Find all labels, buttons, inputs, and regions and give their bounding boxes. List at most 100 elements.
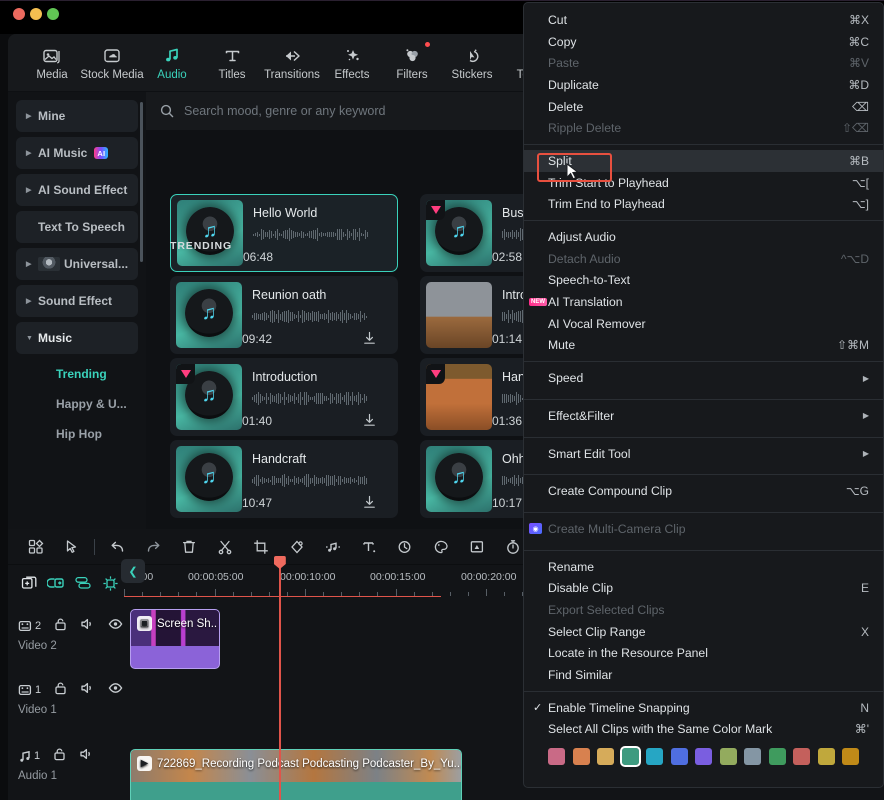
sidebar-subitem-happy[interactable]: Happy & U... [16,389,138,419]
chevron-right-icon: ▶ [26,149,38,157]
waveform-preview [252,392,392,405]
eye-icon[interactable] [108,617,123,634]
color-palette-icon[interactable] [423,529,459,565]
menu-item-trim-end-to-playhead[interactable]: Trim End to Playhead⌥] [524,194,883,216]
color-swatch[interactable] [646,748,663,765]
menu-item-delete[interactable]: Delete⌫ [524,96,883,118]
sidebar-item-text-to-speech[interactable]: Text To Speech [16,211,138,243]
menu-item-copy[interactable]: Copy⌘C [524,31,883,53]
add-track-icon[interactable] [16,568,43,598]
crop-icon[interactable] [243,529,279,565]
color-swatch[interactable] [695,748,712,765]
grid-view-icon[interactable] [18,529,54,565]
menu-item-cut[interactable]: Cut⌘X [524,9,883,31]
close-window-button[interactable] [13,8,25,20]
menu-item-detach-audio: Detach Audio^⌥D [524,248,883,270]
music-thumbnail: ♫ [177,200,243,266]
track-controls: 1 [8,681,124,698]
sidebar-item-label: Music [38,331,72,345]
tab-transitions[interactable]: Transitions [262,37,322,89]
speaker-icon[interactable] [80,617,95,634]
menu-item-rename[interactable]: Rename [524,556,883,578]
download-icon[interactable] [363,331,376,348]
music-card[interactable]: ♫Reunion oath09:42 [170,276,398,354]
menu-separator [524,220,883,221]
mask-icon[interactable] [459,529,495,565]
collapse-panel-button[interactable]: ❮ [121,559,145,583]
menu-item-duplicate[interactable]: Duplicate⌘D [524,74,883,96]
color-swatch[interactable] [769,748,786,765]
eye-icon[interactable] [108,681,123,698]
lock-icon[interactable] [54,681,67,698]
download-icon[interactable] [363,413,376,430]
color-swatch[interactable] [597,748,614,765]
menu-item-mute[interactable]: Mute⇧⌘M [524,335,883,357]
color-swatch[interactable] [744,748,761,765]
color-swatch[interactable] [818,748,835,765]
audio-mix-icon[interactable] [315,529,351,565]
music-info: Handcraft10:47 [242,446,392,512]
speed-icon[interactable] [387,529,423,565]
menu-item-select-clip-range[interactable]: Select Clip RangeX [524,621,883,643]
sidebar-item-sound-effect[interactable]: ▶ Sound Effect [16,285,138,317]
maximize-window-button[interactable] [47,8,59,20]
color-swatch[interactable] [842,748,859,765]
music-card[interactable]: ♫Handcraft10:47 [170,440,398,518]
menu-item-select-all-clips-with-the-same-color-mark[interactable]: Select All Clips with the Same Color Mar… [524,719,883,741]
menu-item-disable-clip[interactable]: Disable ClipE [524,577,883,599]
menu-item-label: Smart Edit Tool [548,447,630,461]
tab-filters[interactable]: Filters [382,37,442,89]
minimize-window-button[interactable] [30,8,42,20]
speaker-icon[interactable] [80,681,95,698]
color-swatch[interactable] [622,748,639,765]
menu-item-locate-in-the-resource-panel[interactable]: Locate in the Resource Panel [524,643,883,665]
color-mark-swatches[interactable] [524,740,883,771]
music-card[interactable]: ♫Introduction01:40 [170,358,398,436]
speaker-icon[interactable] [79,747,94,764]
link-icon[interactable] [43,568,70,598]
sidebar-item-ai-sound-effect[interactable]: ▶ AI Sound Effect [16,174,138,206]
sidebar-item-universal[interactable]: ▶ Universal... [16,248,138,280]
download-icon[interactable] [363,495,376,512]
tab-audio[interactable]: Audio [142,37,202,89]
menu-item-adjust-audio[interactable]: Adjust Audio [524,226,883,248]
group-icon[interactable] [70,568,97,598]
sidebar-item-music[interactable]: ▼ Music [16,322,138,354]
tab-stock-media[interactable]: Stock Media [82,37,142,89]
menu-item-ai-vocal-remover[interactable]: AI Vocal Remover [524,313,883,335]
text-icon[interactable] [351,529,387,565]
menu-item-shortcut: ⌘V [849,56,869,70]
delete-icon[interactable] [171,529,207,565]
clip-context-menu[interactable]: Cut⌘XCopy⌘CPaste⌘VDuplicate⌘DDelete⌫Ripp… [523,2,884,788]
sidebar-subitem-trending[interactable]: Trending [16,359,138,389]
tab-stickers[interactable]: Stickers [442,37,502,89]
lock-icon[interactable] [54,617,67,634]
sidebar-scrollbar[interactable] [140,102,143,262]
tab-effects[interactable]: Effects [322,37,382,89]
color-swatch[interactable] [548,748,565,765]
split-scissors-icon[interactable] [207,529,243,565]
menu-item-speech-to-text[interactable]: Speech-to-Text [524,270,883,292]
color-swatch[interactable] [793,748,810,765]
color-swatch[interactable] [573,748,590,765]
tab-titles[interactable]: Titles [202,37,262,89]
music-card[interactable]: ♫Hello World06:48 [170,194,398,272]
color-swatch[interactable] [671,748,688,765]
sidebar-item-mine[interactable]: ▶ Mine [16,100,138,132]
menu-item-find-similar[interactable]: Find Similar [524,664,883,686]
tab-media[interactable]: Media [22,37,82,89]
menu-item-create-compound-clip[interactable]: Create Compound Clip⌥G [524,480,883,502]
select-tool-icon[interactable] [54,529,90,565]
lock-icon[interactable] [53,747,66,764]
sidebar-item-ai-music[interactable]: ▶ AI Music AI [16,137,138,169]
playhead[interactable] [279,565,281,800]
menu-item-enable-timeline-snapping[interactable]: ✓Enable Timeline SnappingN [524,697,883,719]
menu-item-speed[interactable]: Speed▶ [524,367,883,389]
menu-item-smart-edit-tool[interactable]: Smart Edit Tool▶ [524,443,883,465]
menu-item-effect-filter[interactable]: Effect&Filter▶ [524,405,883,427]
sidebar-subitem-hip-hop[interactable]: Hip Hop [16,419,138,449]
color-swatch[interactable] [720,748,737,765]
timeline-clip-video2[interactable]: ▣ Screen Sh.. [130,609,220,669]
menu-item-ai-translation[interactable]: NEWAI Translation [524,291,883,313]
snapping-icon[interactable] [97,568,124,598]
